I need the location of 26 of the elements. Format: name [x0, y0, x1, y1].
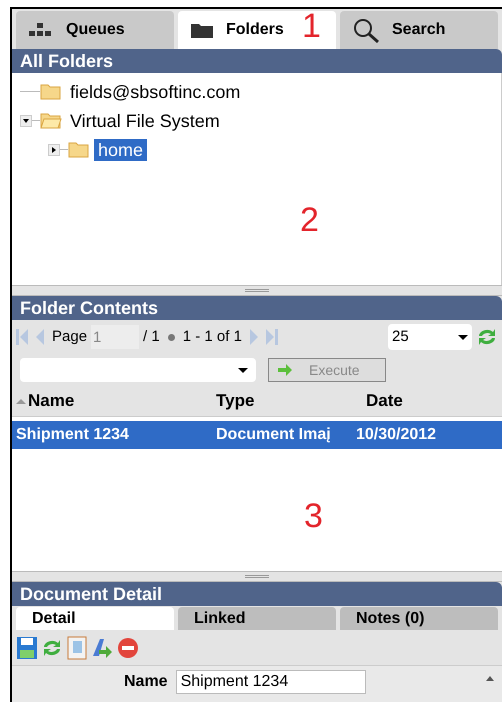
tab[interactable]: Search	[340, 11, 498, 49]
tab[interactable]: Notes (0)	[340, 607, 498, 630]
page-size-select[interactable]: 25	[388, 324, 472, 350]
tree-item[interactable]: fields@sbsoftinc.com	[66, 80, 244, 102]
field-label: Name	[124, 672, 168, 692]
page-total: / 1	[143, 326, 160, 347]
column-header[interactable]: Type	[216, 388, 366, 414]
record-range: 1 - 1 of 1	[182, 326, 242, 347]
table-row[interactable]: Shipment 1234 Document Imaį 10/30/2012	[12, 421, 502, 449]
tab[interactable]: Detail	[16, 607, 174, 630]
table-cell-text: 10/30/2012	[356, 425, 438, 445]
table-cell-text: Document Imaį	[216, 425, 332, 445]
column-header[interactable]: Date	[366, 388, 498, 414]
tab[interactable]: Queues	[16, 11, 174, 49]
panel-header: Folder Contents	[12, 296, 502, 320]
page-label: Page	[52, 326, 88, 347]
name-field[interactable]: Shipment 1234	[176, 670, 366, 694]
annotation-number: 3	[304, 497, 323, 535]
annotation-number: 2	[300, 201, 319, 239]
table-cell-text: Shipment 1234	[16, 425, 130, 445]
column-header[interactable]: Name	[16, 388, 216, 414]
panel-header: All Folders	[12, 49, 502, 73]
tree-item[interactable]: Virtual File System	[66, 110, 224, 132]
tree-item[interactable]: home	[94, 138, 148, 160]
tab[interactable]: Linked	[178, 607, 336, 630]
panel-header: Document Detail	[12, 582, 502, 606]
